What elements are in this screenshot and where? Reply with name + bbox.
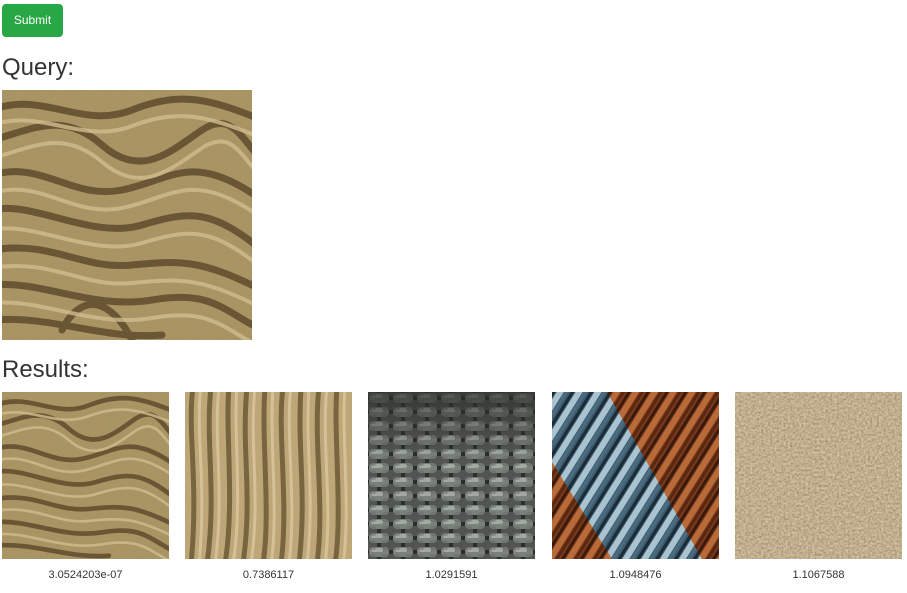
result-score: 1.0291591	[425, 569, 478, 581]
query-heading: Query:	[2, 54, 75, 81]
query-image	[2, 90, 252, 340]
submit-button[interactable]: Submit	[2, 4, 63, 37]
result-image	[735, 392, 902, 559]
page: Submit Query: Results: 3.0524203e-07 0.7…	[0, 0, 907, 593]
result-item[interactable]: 1.1067588	[735, 392, 902, 582]
result-item[interactable]: 3.0524203e-07	[2, 392, 169, 582]
result-score: 1.1067588	[792, 569, 845, 581]
results-heading: Results:	[2, 356, 89, 383]
result-score: 1.0948476	[609, 569, 662, 581]
result-item[interactable]: 1.0948476	[552, 392, 719, 582]
result-image	[368, 392, 535, 559]
result-image	[2, 392, 169, 559]
result-score: 0.7386117	[242, 569, 295, 581]
result-item[interactable]: 0.7386117	[185, 392, 352, 582]
result-image	[552, 392, 719, 559]
result-image	[185, 392, 352, 559]
result-score: 3.0524203e-07	[48, 569, 123, 581]
result-item[interactable]: 1.0291591	[368, 392, 535, 582]
